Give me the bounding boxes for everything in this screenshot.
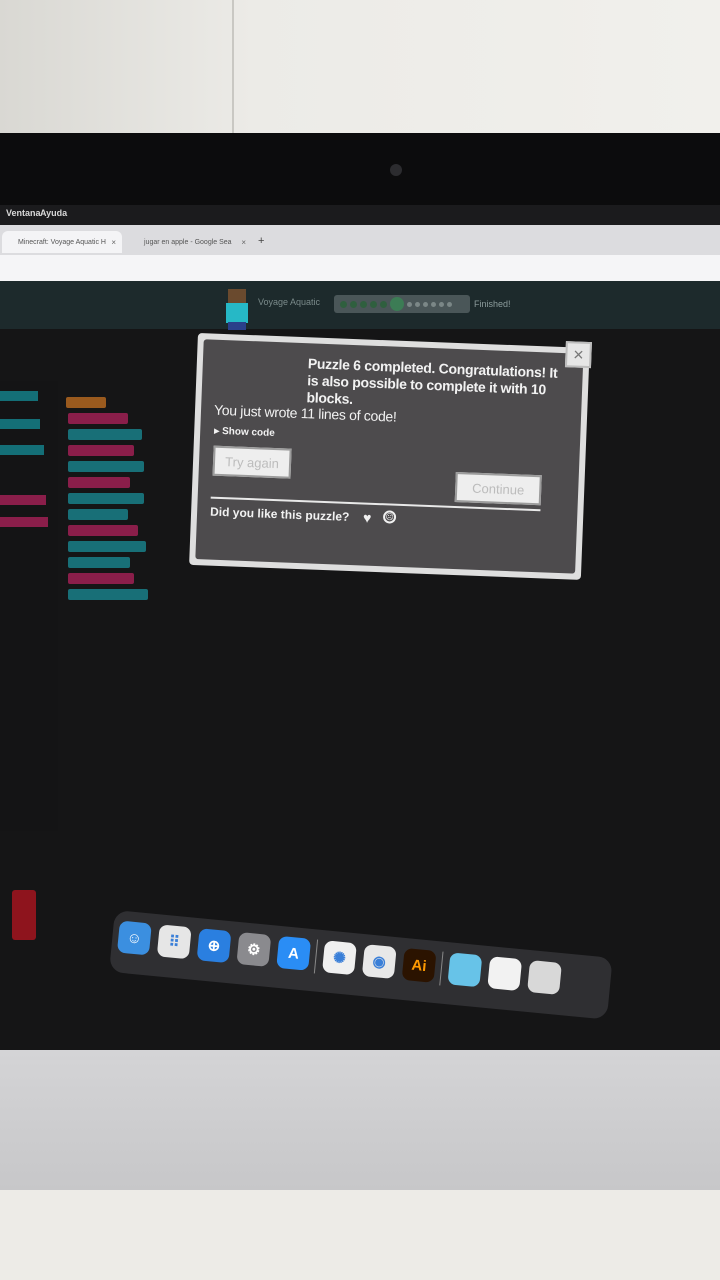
code-block[interactable] (68, 445, 134, 456)
code-block[interactable] (68, 589, 148, 600)
progress-dot[interactable] (431, 301, 436, 307)
progress-bar (334, 295, 470, 313)
tab-google-search[interactable]: jugar en apple - Google Sea × (128, 231, 252, 253)
toolbox-block[interactable] (0, 445, 44, 455)
code-block[interactable] (68, 429, 142, 440)
tab-label: Minecraft: Voyage Aquatic H (18, 238, 106, 246)
feedback-prompt: Did you like this puzzle? (209, 504, 350, 524)
menu-ventana[interactable]: Ventana (6, 208, 41, 218)
puzzle-completed-dialog: × Puzzle 6 completed. Congratulations! I… (189, 333, 592, 580)
desk (0, 1190, 720, 1280)
show-code-label: Show code (221, 425, 276, 440)
red-reflection (12, 890, 36, 940)
finder-icon[interactable]: ☺ (116, 920, 152, 956)
code-block[interactable] (68, 509, 128, 520)
progress-dot[interactable] (380, 300, 387, 308)
menu-bar: Ventana Ayuda (0, 205, 720, 225)
level-title: Voyage Aquatic (258, 297, 321, 307)
toolbox-block[interactable] (0, 517, 48, 527)
progress-dot[interactable] (439, 301, 444, 307)
app-store-icon[interactable]: A (276, 935, 312, 971)
app-header: Voyage Aquatic Finished! (0, 281, 720, 330)
code-block[interactable] (68, 557, 130, 568)
progress-dot[interactable] (423, 301, 428, 307)
close-icon[interactable]: × (564, 341, 592, 369)
code-block[interactable] (68, 525, 138, 536)
toolbox-block[interactable] (0, 495, 46, 505)
browser-tab-bar: Minecraft: Voyage Aquatic H × jugar en a… (0, 225, 720, 255)
webcam (390, 164, 402, 176)
progress-dot[interactable] (370, 300, 377, 308)
steve-avatar (218, 289, 256, 330)
when-run-block[interactable] (66, 397, 106, 408)
dock-separator (439, 951, 444, 986)
block-toolbox (0, 381, 58, 831)
progress-dot[interactable] (340, 300, 347, 308)
tab-minecraft[interactable]: Minecraft: Voyage Aquatic H × (2, 231, 122, 253)
code-block[interactable] (68, 461, 144, 472)
wall-corner (232, 0, 234, 140)
sad-face-icon[interactable]: ☹ (382, 510, 397, 524)
code-block[interactable] (68, 541, 146, 552)
progress-dot[interactable] (447, 301, 452, 307)
continue-button[interactable]: Continue (454, 472, 542, 506)
menu-ayuda[interactable]: Ayuda (40, 208, 67, 218)
progress-dot[interactable] (390, 297, 404, 311)
monitor-chin (0, 1050, 720, 1190)
try-again-button[interactable]: Try again (212, 445, 292, 479)
new-tab-button[interactable]: + (258, 235, 264, 247)
background-wall (0, 0, 720, 140)
document-icon[interactable] (487, 956, 523, 992)
sunflower-icon[interactable]: ✺ (321, 940, 357, 976)
heart-icon[interactable]: ♥ (363, 509, 372, 525)
show-code-toggle[interactable]: ▸ Show code (214, 426, 275, 439)
code-block[interactable] (68, 493, 144, 504)
close-tab-icon[interactable]: × (241, 238, 246, 247)
system-preferences-icon[interactable]: ⚙ (236, 932, 272, 967)
illustrator-icon[interactable]: Ai (401, 947, 437, 983)
code-block[interactable] (68, 573, 134, 584)
tab-label: jugar en apple - Google Sea (144, 238, 232, 246)
code-block[interactable] (68, 413, 128, 424)
progress-dot[interactable] (350, 300, 357, 308)
launchpad-icon[interactable]: ⠿ (156, 924, 192, 960)
toolbox-block[interactable] (0, 419, 40, 429)
chrome-icon[interactable]: ◉ (361, 944, 397, 980)
address-bar[interactable] (0, 255, 720, 281)
close-tab-icon[interactable]: × (111, 238, 116, 247)
trash-icon[interactable] (527, 960, 562, 995)
progress-dot[interactable] (407, 301, 412, 307)
progress-dot[interactable] (415, 301, 420, 307)
safari-icon[interactable]: ⊕ (196, 928, 232, 964)
toolbox-block[interactable] (0, 391, 38, 401)
code-block[interactable] (68, 477, 130, 488)
code-workspace (62, 381, 182, 631)
dock-separator (313, 939, 319, 974)
progress-dot[interactable] (360, 300, 367, 308)
finished-link[interactable]: Finished! (474, 299, 511, 309)
folder-icon[interactable] (447, 952, 483, 988)
